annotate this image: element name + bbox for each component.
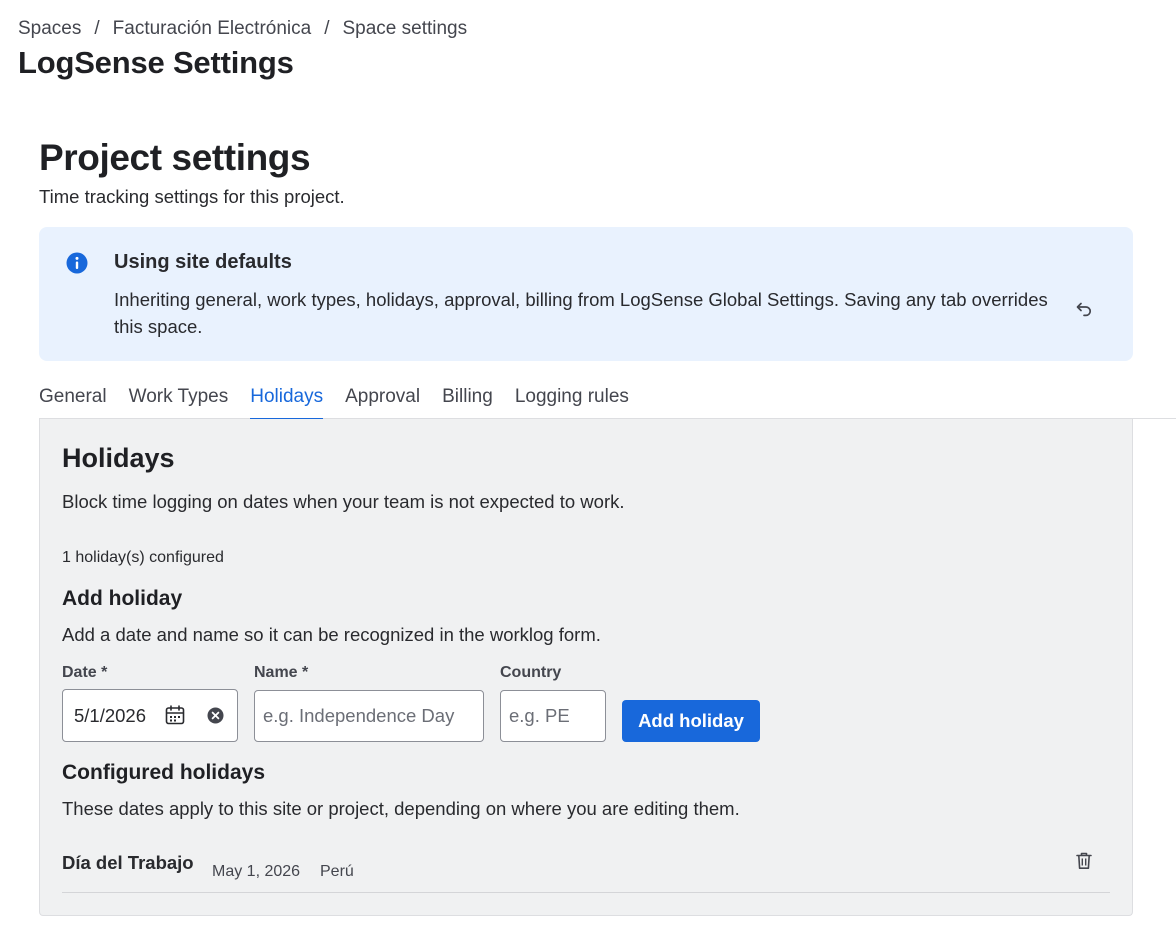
holiday-name-input[interactable]: [254, 690, 484, 742]
breadcrumb-separator: /: [94, 18, 100, 39]
tab-general[interactable]: General: [39, 385, 107, 419]
holiday-country-input[interactable]: [500, 690, 606, 742]
tab-approval[interactable]: Approval: [345, 385, 420, 419]
banner-text: Inheriting general, work types, holidays…: [114, 289, 1048, 337]
tab-holidays[interactable]: Holidays: [250, 385, 323, 420]
trash-icon[interactable]: [1075, 851, 1093, 870]
date-field[interactable]: 5/1/2026: [62, 689, 238, 742]
settings-tabs: General Work Types Holidays Approval Bil…: [39, 385, 1176, 420]
tab-billing[interactable]: Billing: [442, 385, 493, 419]
calendar-icon[interactable]: [165, 705, 185, 725]
info-icon: [66, 252, 88, 274]
date-value[interactable]: 5/1/2026: [74, 705, 146, 727]
add-holiday-title: Add holiday: [62, 587, 183, 610]
name-label: Name *: [254, 664, 309, 681]
breadcrumb: Spaces / Facturación Electrónica / Space…: [18, 18, 467, 40]
site-defaults-banner: Using site defaults Inheriting general, …: [39, 227, 1133, 361]
holiday-row: Día del Trabajo May 1, 2026 Perú: [62, 839, 1110, 893]
undo-icon[interactable]: [1075, 300, 1093, 318]
breadcrumb-spaces[interactable]: Spaces: [18, 18, 81, 40]
section-title: Project settings: [39, 137, 311, 178]
tab-work-types[interactable]: Work Types: [129, 385, 229, 419]
configured-holidays-title: Configured holidays: [62, 761, 266, 784]
holiday-date: May 1, 2026: [212, 863, 301, 880]
breadcrumb-space[interactable]: Facturación Electrónica: [113, 18, 312, 40]
banner-title: Using site defaults: [114, 251, 292, 273]
page-title: LogSense Settings: [18, 45, 294, 80]
holidays-description: Block time logging on dates when your te…: [62, 491, 625, 512]
add-holiday-description: Add a date and name so it can be recogni…: [62, 624, 601, 645]
clear-icon[interactable]: [207, 707, 224, 724]
holiday-name: Día del Trabajo: [62, 852, 194, 873]
section-subtitle: Time tracking settings for this project.: [39, 186, 345, 207]
date-label: Date *: [62, 664, 108, 681]
holidays-title: Holidays: [62, 443, 175, 473]
holidays-panel: Holidays Block time logging on dates whe…: [39, 419, 1133, 916]
breadcrumb-space-settings[interactable]: Space settings: [342, 18, 467, 40]
tab-logging-rules[interactable]: Logging rules: [515, 385, 629, 419]
country-label: Country: [500, 664, 562, 681]
add-holiday-button[interactable]: Add holiday: [622, 700, 760, 742]
holiday-country: Perú: [320, 863, 354, 880]
breadcrumb-separator: /: [324, 18, 330, 39]
configured-holidays-description: These dates apply to this site or projec…: [62, 798, 740, 819]
holiday-count: 1 holiday(s) configured: [62, 549, 224, 566]
